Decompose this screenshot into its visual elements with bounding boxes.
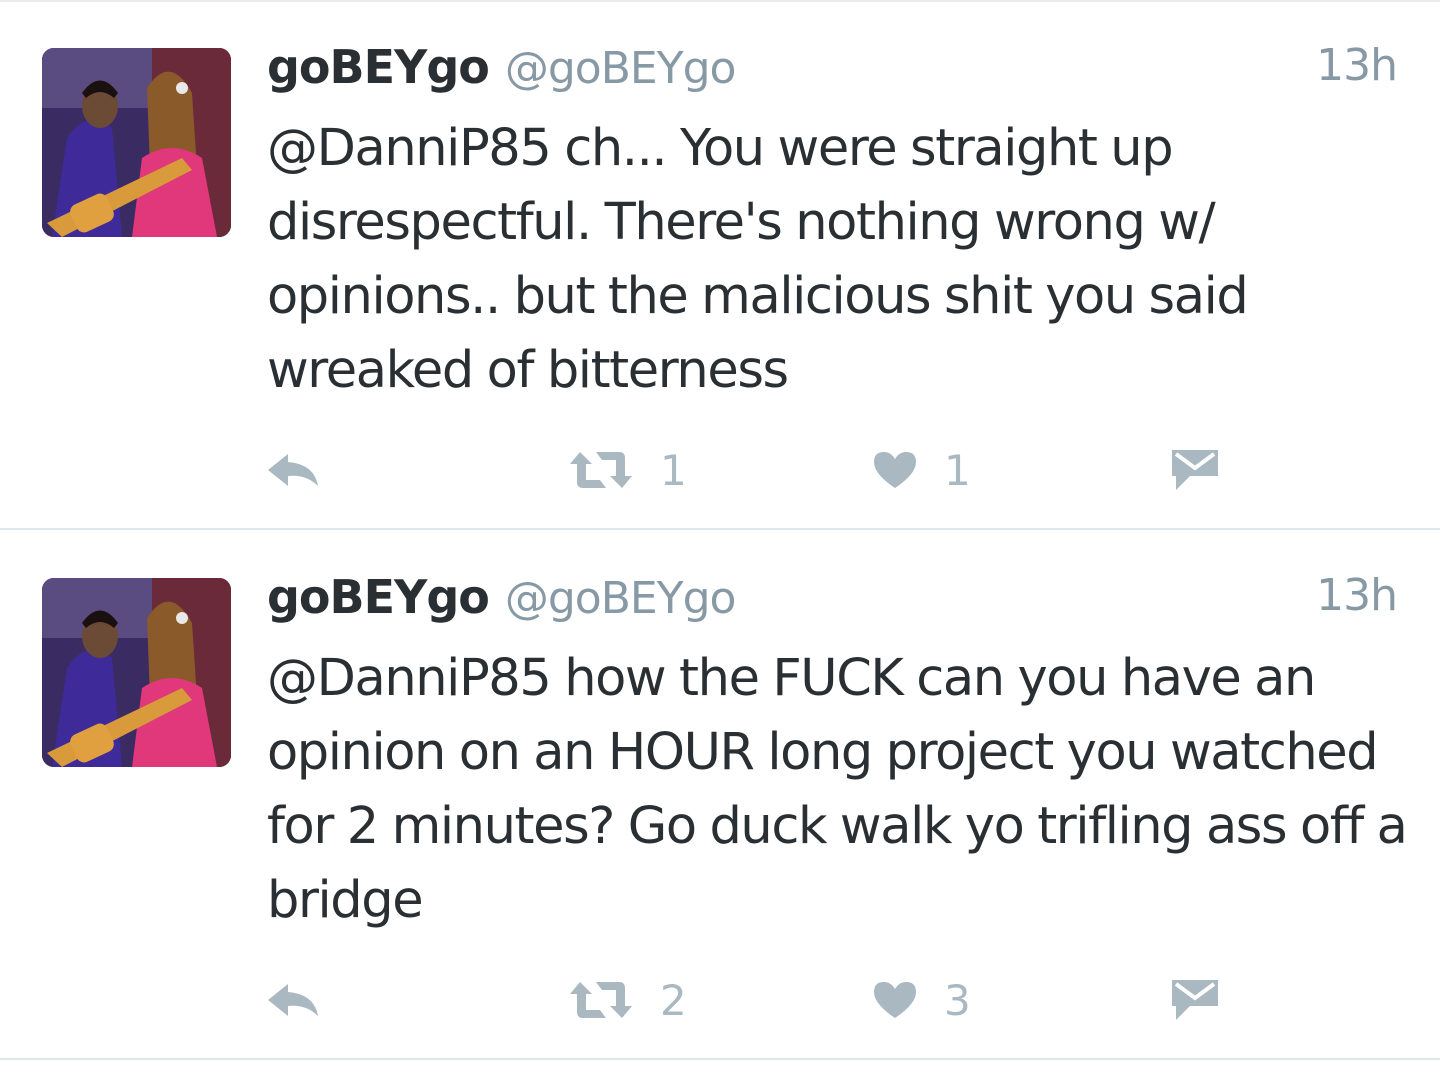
heart-icon [872,980,918,1020]
display-name[interactable]: goBEYgo [267,570,490,624]
retweet-button[interactable]: 1 [568,440,687,500]
like-button[interactable]: 3 [872,970,971,1030]
tweet-header: goBEYgo @goBEYgo [267,40,737,100]
timestamp[interactable]: 13h [1316,40,1398,91]
reply-icon [266,980,320,1020]
tweet-header: goBEYgo @goBEYgo [267,570,737,630]
reply-button[interactable] [266,970,320,1030]
reply-icon [266,450,320,490]
tweet-text: @DanniP85 ch... You were straight up dis… [267,119,1249,400]
user-handle[interactable]: @goBEYgo [505,43,737,94]
tweet-text: @DanniP85 how the FUCK can you have an o… [267,649,1408,930]
direct-message-button[interactable] [1170,440,1220,500]
retweet-button[interactable]: 2 [568,970,687,1030]
envelope-icon [1170,448,1220,492]
like-button[interactable]: 1 [872,440,971,500]
tweet-actions: 1 1 [0,440,1440,500]
tweet[interactable]: goBEYgo @goBEYgo 13h @DanniP85 how the F… [0,530,1440,1060]
user-handle[interactable]: @goBEYgo [505,573,737,624]
retweet-icon [568,450,634,490]
like-count: 1 [944,445,971,495]
reply-button[interactable] [266,440,320,500]
like-count: 3 [944,975,971,1025]
tweet[interactable]: goBEYgo @goBEYgo 13h @DanniP85 ch... You… [0,0,1440,530]
avatar[interactable] [42,578,231,767]
retweet-count: 1 [660,445,687,495]
timestamp[interactable]: 13h [1316,570,1398,621]
direct-message-button[interactable] [1170,970,1220,1030]
heart-icon [872,450,918,490]
retweet-icon [568,980,634,1020]
retweet-count: 2 [660,975,687,1025]
tweet-actions: 2 3 [0,970,1440,1030]
display-name[interactable]: goBEYgo [267,40,490,94]
envelope-icon [1170,978,1220,1022]
avatar[interactable] [42,48,231,237]
